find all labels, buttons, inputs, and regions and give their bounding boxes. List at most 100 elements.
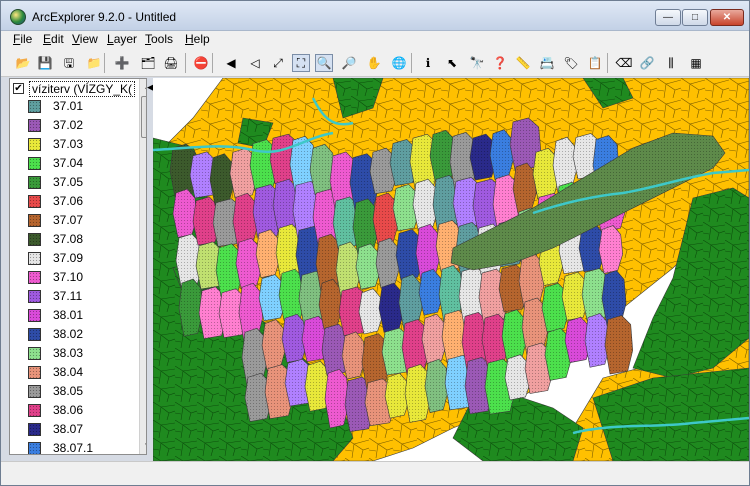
table-of-contents: ✔ víziterv (VÍZGY_K( 37.01 37.02 37.03 37.0… <box>9 78 147 455</box>
legend-item[interactable]: 38.04 <box>28 363 138 382</box>
legend-swatch <box>28 138 41 151</box>
legend-label: 38.02 <box>53 327 84 341</box>
back-extent-icon[interactable]: ◀ <box>222 54 240 72</box>
close-button[interactable]: ✕ <box>710 9 744 26</box>
legend-swatch <box>28 252 41 265</box>
legend-swatch <box>28 442 41 454</box>
full-extent-icon[interactable]: ⛶ <box>292 54 310 72</box>
menu-edit[interactable]: Edit <box>41 32 66 46</box>
legend-item[interactable]: 38.01 <box>28 306 138 325</box>
layer-visibility-checkbox[interactable]: ✔ <box>13 83 24 94</box>
open-folder-icon[interactable]: 📁 <box>85 54 103 72</box>
legend-item[interactable]: 37.11 <box>28 287 138 306</box>
catchment-dots <box>605 315 633 375</box>
toc-scrollbar[interactable]: ▲ ▼ <box>139 79 146 454</box>
legend-swatch <box>28 271 41 284</box>
legend-swatch <box>28 176 41 189</box>
legend-swatch <box>28 423 41 436</box>
legend-label: 38.01 <box>53 308 84 322</box>
globe-icon[interactable]: 🌐 <box>390 54 408 72</box>
map-canvas[interactable] <box>153 78 749 461</box>
legend-item[interactable]: 37.05 <box>28 173 138 192</box>
add-layer-icon[interactable]: ➕ <box>113 54 131 72</box>
legend-item[interactable]: 38.06 <box>28 401 138 420</box>
query-icon[interactable]: ❓ <box>491 54 509 72</box>
legend-swatch <box>28 233 41 246</box>
menu-layer[interactable]: Layer <box>105 32 139 46</box>
print-icon[interactable]: 🖨 <box>162 54 180 72</box>
properties-icon[interactable]: 📋 <box>586 54 604 72</box>
legend-item[interactable]: 38.07 <box>28 420 138 439</box>
legend-item[interactable]: 38.07.1 <box>28 439 138 455</box>
legend-swatch <box>28 309 41 322</box>
legend-label: 38.07.1 <box>53 441 94 455</box>
legend-item[interactable]: 37.01 <box>28 97 138 116</box>
menu-bar: File Edit View Layer Tools Help <box>1 31 749 49</box>
legend-label: 37.10 <box>53 270 84 284</box>
legend-label: 37.07 <box>53 213 84 227</box>
legend-item[interactable]: 38.03 <box>28 344 138 363</box>
menu-view[interactable]: View <box>70 32 100 46</box>
legend-label: 38.06 <box>53 403 84 417</box>
toolbar-separator <box>104 53 105 73</box>
save-icon[interactable]: 💾 <box>36 54 54 72</box>
legend-item[interactable]: 37.04 <box>28 154 138 173</box>
graph-icon[interactable]: ⫼ <box>662 54 680 72</box>
legend-item[interactable]: 37.08 <box>28 230 138 249</box>
legend-swatch <box>28 195 41 208</box>
legend-item[interactable]: 38.02 <box>28 325 138 344</box>
legend-label: 38.07 <box>53 422 84 436</box>
menu-tools[interactable]: Tools <box>143 32 175 46</box>
add-data-icon[interactable]: 🗂 <box>139 54 157 72</box>
legend-item[interactable]: 37.07 <box>28 211 138 230</box>
legend-label: 37.11 <box>53 289 83 303</box>
forward-extent-icon[interactable]: ◁ <box>246 54 264 72</box>
table-icon[interactable]: ▦ <box>687 54 705 72</box>
attribute-icon[interactable]: 📇 <box>538 54 556 72</box>
legend-swatch <box>28 328 41 341</box>
find-icon[interactable]: 🔭 <box>468 54 486 72</box>
zoom-out-icon[interactable]: 🔎 <box>340 54 358 72</box>
layer-name[interactable]: víziterv (VÍZGY_K( <box>29 81 136 97</box>
legend-swatch <box>28 385 41 398</box>
scroll-up-arrow-icon[interactable]: ▲ <box>140 79 146 95</box>
layer-entry[interactable]: ✔ víziterv (VÍZGY_K( <box>12 81 138 97</box>
legend-label: 37.09 <box>53 251 84 265</box>
maximize-button[interactable]: □ <box>682 9 708 26</box>
menu-file[interactable]: File <box>11 32 34 46</box>
legend-item[interactable]: 37.02 <box>28 116 138 135</box>
legend-label: 38.03 <box>53 346 84 360</box>
zoom-layer-icon[interactable]: ⤢ <box>269 54 287 72</box>
menu-help[interactable]: Help <box>183 32 212 46</box>
scroll-down-arrow-icon[interactable]: ▼ <box>140 438 146 454</box>
zoom-in-icon[interactable]: 🔍 <box>315 54 333 72</box>
label-icon[interactable]: 🏷 <box>562 54 580 72</box>
minimize-button[interactable]: — <box>655 9 681 26</box>
legend-swatch <box>28 404 41 417</box>
title-bar[interactable]: ArcExplorer 9.2.0 - Untitled — □ ✕ <box>1 1 749 31</box>
map-view[interactable] <box>153 78 749 461</box>
legend-item[interactable]: 37.06 <box>28 192 138 211</box>
stop-icon[interactable]: ⛔ <box>192 54 210 72</box>
arcexplorer-app-icon <box>10 9 26 25</box>
legend-item[interactable]: 37.03 <box>28 135 138 154</box>
measure-icon[interactable]: 📏 <box>514 54 532 72</box>
legend-label: 37.03 <box>53 137 84 151</box>
identify-icon[interactable]: ℹ <box>419 54 437 72</box>
eraser-icon[interactable]: ⌫ <box>615 54 633 72</box>
open-icon[interactable]: 📂 <box>14 54 32 72</box>
legend-swatch <box>28 214 41 227</box>
status-bar <box>1 461 749 485</box>
hyperlink-icon[interactable]: 🔗 <box>638 54 656 72</box>
legend-label: 37.08 <box>53 232 84 246</box>
legend-item[interactable]: 37.09 <box>28 249 138 268</box>
toolbar-separator <box>185 53 186 73</box>
toolbar-separator <box>411 53 412 73</box>
legend-item[interactable]: 37.10 <box>28 268 138 287</box>
save-all-icon[interactable]: 🖫 <box>60 54 78 72</box>
app-window: ArcExplorer 9.2.0 - Untitled — □ ✕ File E… <box>0 0 750 486</box>
legend-item[interactable]: 38.05 <box>28 382 138 401</box>
select-icon[interactable]: ⬉ <box>443 54 461 72</box>
pan-hand-icon[interactable]: ✋ <box>365 54 383 72</box>
legend-swatch <box>28 100 41 113</box>
